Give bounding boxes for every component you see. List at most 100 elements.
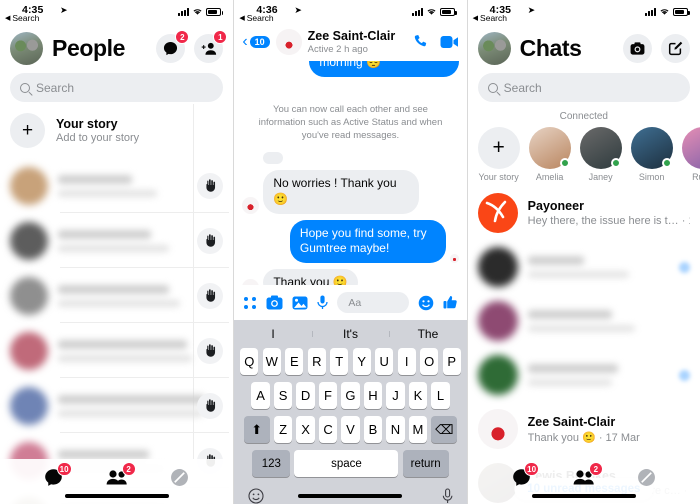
back-to-search-link[interactable]: ◀ Search xyxy=(239,13,273,23)
photo-icon[interactable] xyxy=(292,296,308,310)
key-q[interactable]: Q xyxy=(240,348,259,375)
discover-tab[interactable] xyxy=(165,465,195,491)
video-call-icon[interactable] xyxy=(440,35,459,49)
story-item[interactable]: Janey xyxy=(579,127,622,182)
message-bubble[interactable] xyxy=(263,152,284,165)
key-u[interactable]: U xyxy=(375,348,394,375)
thumbs-up-icon[interactable] xyxy=(443,295,458,310)
key-c[interactable]: C xyxy=(318,416,338,443)
microphone-icon[interactable] xyxy=(317,295,328,310)
location-arrow-icon: ➤ xyxy=(294,5,302,15)
microphone-key-icon[interactable] xyxy=(442,488,453,504)
space-key[interactable]: space xyxy=(294,450,399,477)
back-to-search-link[interactable]: ◀ Search xyxy=(5,13,39,23)
prediction-key[interactable]: It's xyxy=(311,327,389,341)
numbers-key[interactable]: 123 xyxy=(252,450,291,477)
story-item[interactable]: Simon xyxy=(630,127,673,182)
key-s[interactable]: S xyxy=(273,382,293,409)
message-input[interactable]: Aa xyxy=(337,292,409,313)
messages-button[interactable]: 2 xyxy=(156,30,190,63)
search-input[interactable]: Search xyxy=(477,73,690,102)
key-r[interactable]: R xyxy=(307,348,326,375)
key-y[interactable]: Y xyxy=(352,348,371,375)
chat-list-item[interactable]: Payoneer Hey there, the issue here is t… … xyxy=(468,186,700,240)
key-k[interactable]: K xyxy=(408,382,428,409)
search-input[interactable]: Search xyxy=(10,73,224,102)
key-w[interactable]: W xyxy=(262,348,281,375)
chat-list-item[interactable]: Zee Saint-Clair Thank you 🙂 · 17 Mar xyxy=(468,402,700,456)
list-item[interactable] xyxy=(0,268,233,323)
discover-icon xyxy=(171,469,189,486)
back-button[interactable]: ‹ 10 xyxy=(242,33,270,51)
list-item[interactable] xyxy=(0,213,233,268)
message-bubble[interactable]: No worries ! Thank you 🙂 xyxy=(263,170,420,214)
key-x[interactable]: X xyxy=(296,416,315,443)
chats-tab[interactable]: 10 xyxy=(506,461,540,491)
wave-button[interactable] xyxy=(197,337,224,364)
people-tab[interactable]: 2 xyxy=(102,461,136,491)
contact-name: Zee Saint-Clair xyxy=(307,29,396,43)
back-to-search-link[interactable]: ◀ Search xyxy=(473,13,507,23)
story-item[interactable]: + Your story xyxy=(477,127,520,182)
discover-tab[interactable] xyxy=(632,465,662,491)
wave-button[interactable] xyxy=(197,227,224,254)
your-story-row[interactable]: + Your story Add to your story xyxy=(0,102,233,158)
key-g[interactable]: G xyxy=(341,382,360,409)
chat-list-item[interactable] xyxy=(468,294,700,348)
key-o[interactable]: O xyxy=(420,348,439,375)
key-b[interactable]: B xyxy=(363,416,383,443)
key-v[interactable]: V xyxy=(341,416,360,443)
emoji-icon[interactable] xyxy=(418,295,434,311)
message-bubble[interactable]: Hope you find some, try Gumtree maybe! xyxy=(289,219,446,263)
key-a[interactable]: A xyxy=(251,382,270,409)
return-key[interactable]: return xyxy=(402,450,449,477)
key-p[interactable]: P xyxy=(442,348,461,375)
key-n[interactable]: N xyxy=(386,416,405,443)
message-row xyxy=(242,152,458,165)
key-t[interactable]: T xyxy=(330,348,349,375)
story-item[interactable]: Ruby xyxy=(681,127,700,182)
key-i[interactable]: I xyxy=(397,348,416,375)
contact-avatar[interactable] xyxy=(275,29,302,55)
conversation-header: ‹ 10 Zee Saint-Clair Active 2 h ago xyxy=(234,26,467,61)
key-l[interactable]: L xyxy=(431,382,450,409)
key-f[interactable]: F xyxy=(318,382,338,409)
key-j[interactable]: J xyxy=(386,382,405,409)
list-item[interactable] xyxy=(0,158,233,213)
add-story-plus-icon: + xyxy=(10,113,45,148)
wave-button[interactable] xyxy=(197,392,224,419)
chat-preview-blurred xyxy=(527,364,669,386)
list-item[interactable] xyxy=(0,323,233,378)
profile-avatar[interactable] xyxy=(10,32,43,65)
story-item[interactable]: Amelia xyxy=(528,127,571,182)
key-e[interactable]: E xyxy=(285,348,304,375)
apps-grid-icon[interactable] xyxy=(243,296,257,310)
emoji-key-icon[interactable] xyxy=(248,488,264,504)
list-item[interactable] xyxy=(0,378,233,433)
camera-button[interactable] xyxy=(622,34,652,63)
wave-button[interactable] xyxy=(197,282,224,309)
chat-list-item[interactable] xyxy=(468,240,700,294)
profile-avatar[interactable] xyxy=(477,32,511,65)
chat-list-item[interactable] xyxy=(468,348,700,402)
stories-carousel[interactable]: + Your story Amelia Janey Simon Ruby xyxy=(468,127,700,186)
phone-call-icon[interactable] xyxy=(413,34,429,50)
people-tab[interactable]: 2 xyxy=(569,461,603,491)
unread-dot xyxy=(678,261,690,273)
people-header: People 2 1 xyxy=(0,26,233,73)
key-d[interactable]: D xyxy=(296,382,315,409)
shift-key[interactable]: ⬆ xyxy=(243,416,270,443)
add-friend-button[interactable]: 1 xyxy=(194,30,228,63)
prediction-key[interactable]: The xyxy=(389,327,466,341)
camera-icon[interactable] xyxy=(266,295,283,310)
compose-button[interactable] xyxy=(660,34,690,63)
chats-tab[interactable]: 10 xyxy=(39,461,72,491)
key-m[interactable]: M xyxy=(408,416,428,443)
backspace-key[interactable]: ⌫ xyxy=(431,416,458,443)
key-h[interactable]: H xyxy=(363,382,383,409)
keyboard-row-1: QWERTYUIOP xyxy=(234,348,466,375)
prediction-key[interactable]: I xyxy=(234,327,311,341)
wave-button[interactable] xyxy=(197,172,224,199)
key-z[interactable]: Z xyxy=(273,416,293,443)
add-story-button[interactable]: + xyxy=(477,127,520,169)
